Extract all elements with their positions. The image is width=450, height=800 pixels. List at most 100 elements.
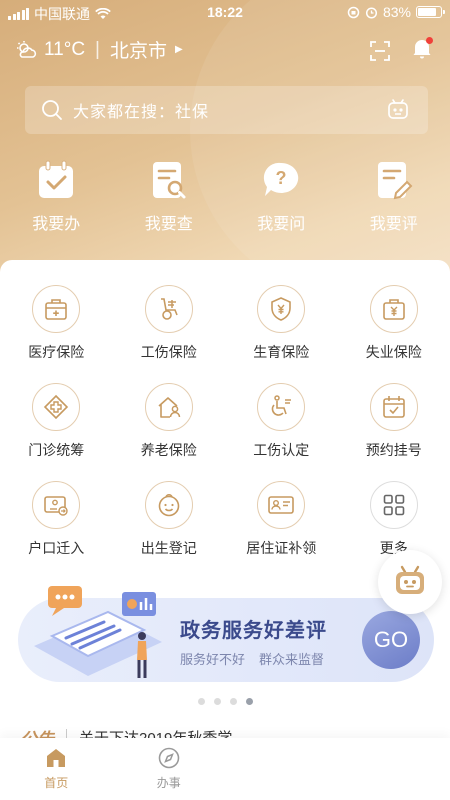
service-birth-registration[interactable]: 出生登记 bbox=[113, 481, 226, 563]
icon-circle bbox=[144, 481, 193, 529]
icon-circle bbox=[369, 285, 418, 333]
briefcase-yuan-icon bbox=[382, 299, 405, 320]
search-bar[interactable]: 大家都在搜：社保 bbox=[25, 86, 428, 134]
quick-action-label: 我要办 bbox=[32, 216, 81, 233]
go-button[interactable]: GO bbox=[362, 611, 420, 669]
robot-assistant-icon[interactable] bbox=[386, 98, 410, 122]
notification-dot bbox=[426, 37, 433, 44]
service-pension-insurance[interactable]: 养老保险 bbox=[113, 383, 226, 465]
quick-action-evaluate[interactable]: 我要评 bbox=[338, 160, 450, 234]
service-label: 门诊统筹 bbox=[28, 442, 85, 458]
service-label: 养老保险 bbox=[140, 442, 197, 458]
bell-button[interactable] bbox=[412, 37, 433, 64]
service-label: 工伤保险 bbox=[140, 344, 197, 360]
icon-circle bbox=[369, 481, 418, 529]
carousel-dot[interactable] bbox=[197, 698, 205, 705]
svg-text:?: ? bbox=[276, 168, 287, 188]
caret-right-icon: ▶ bbox=[175, 44, 183, 55]
service-label: 居住证补领 bbox=[246, 540, 317, 556]
service-label: 出生登记 bbox=[140, 540, 197, 556]
service-appointment[interactable]: 预约挂号 bbox=[338, 383, 450, 465]
tab-label: 办事 bbox=[156, 776, 181, 790]
medical-cross-icon bbox=[44, 394, 69, 420]
status-bar: 中国联通 18:22 83% bbox=[0, 0, 450, 26]
header-actions bbox=[370, 37, 433, 64]
carousel-dot[interactable] bbox=[213, 698, 221, 705]
service-household-transfer[interactable]: 户口迁入 bbox=[0, 481, 113, 563]
battery-icon bbox=[416, 6, 445, 18]
search-icon bbox=[42, 100, 62, 120]
wheelchair-icon bbox=[160, 298, 178, 320]
icon-circle bbox=[144, 383, 193, 431]
service-illustration bbox=[34, 586, 162, 678]
divider: | bbox=[95, 38, 100, 60]
carousel-dot[interactable] bbox=[229, 698, 237, 705]
wheelchair-doc-icon bbox=[271, 395, 292, 416]
banner-title: 政务服务好差评 bbox=[180, 620, 327, 642]
cloud-sun-icon bbox=[17, 40, 37, 58]
icon-circle bbox=[32, 481, 81, 529]
icon-circle bbox=[144, 285, 193, 333]
calendar-check-icon bbox=[382, 396, 405, 418]
grid-more-icon bbox=[383, 494, 405, 516]
question-bubble-icon: ? bbox=[264, 162, 299, 196]
icon-circle bbox=[257, 383, 306, 431]
service-outpatient-pooling[interactable]: 门诊统筹 bbox=[0, 383, 113, 465]
service-residence-permit[interactable]: 居住证补领 bbox=[225, 481, 338, 563]
tab-label: 首页 bbox=[44, 776, 69, 790]
rotation-lock-icon bbox=[347, 6, 360, 18]
icon-circle bbox=[257, 285, 306, 333]
service-grid: 医疗保险 工伤保险 生育保险 失业保险 门诊统筹 养老保险 工伤认定 预约挂号 … bbox=[0, 285, 450, 563]
service-label: 生育保险 bbox=[253, 344, 310, 360]
icon-circle bbox=[32, 285, 81, 333]
quick-action-query[interactable]: 我要查 bbox=[113, 160, 226, 234]
carousel-dot[interactable] bbox=[245, 698, 253, 705]
document-search-icon bbox=[152, 162, 186, 199]
service-label: 失业保险 bbox=[365, 344, 422, 360]
service-label: 医疗保险 bbox=[28, 344, 85, 360]
document-edit-icon bbox=[377, 162, 413, 200]
battery-percent: 83% bbox=[382, 4, 411, 20]
home-icon bbox=[47, 749, 66, 767]
robot-icon bbox=[396, 565, 424, 594]
compass-icon bbox=[158, 747, 180, 769]
shield-yuan-icon bbox=[271, 297, 292, 321]
floating-assistant-button[interactable] bbox=[378, 550, 442, 614]
weather-location[interactable]: 11°C | 北京市 ▶ bbox=[16, 36, 183, 63]
status-right: 83% bbox=[347, 4, 445, 20]
alarm-icon bbox=[365, 6, 378, 19]
quick-action-label: 我要评 bbox=[369, 216, 418, 233]
banner-subtitle-left: 服务好不好 bbox=[180, 652, 246, 667]
icon-circle bbox=[369, 383, 418, 431]
temperature: 11°C bbox=[44, 38, 86, 60]
service-maternity-insurance[interactable]: 生育保险 bbox=[225, 285, 338, 367]
tab-bar: 首页 办事 bbox=[0, 738, 450, 800]
evaluation-banner[interactable]: 政务服务好差评 服务好不好 群众来监督 GO bbox=[18, 586, 434, 682]
banner-subtitle-right: 群众来监督 bbox=[259, 652, 325, 667]
tab-services[interactable]: 办事 bbox=[113, 738, 226, 800]
icon-circle bbox=[257, 481, 306, 529]
service-injury-identification[interactable]: 工伤认定 bbox=[225, 383, 338, 465]
scan-icon[interactable] bbox=[370, 41, 390, 61]
service-label: 户口迁入 bbox=[28, 540, 85, 556]
carousel-indicator bbox=[0, 698, 450, 705]
calendar-check-icon bbox=[39, 160, 74, 198]
service-unemployment-insurance[interactable]: 失业保险 bbox=[338, 285, 450, 367]
service-injury-insurance[interactable]: 工伤保险 bbox=[113, 285, 226, 367]
service-label: 预约挂号 bbox=[365, 442, 422, 458]
city-name: 北京市 bbox=[109, 41, 167, 62]
service-more[interactable]: 更多 bbox=[338, 481, 450, 563]
banner-subtitle: 服务好不好 群众来监督 bbox=[180, 649, 338, 668]
quick-actions: 我要办 我要查 ? 我要问 我要评 bbox=[0, 160, 450, 234]
icon-circle bbox=[32, 383, 81, 431]
id-card-icon bbox=[268, 496, 295, 514]
house-person-icon bbox=[158, 397, 180, 418]
baby-face-icon bbox=[158, 494, 180, 517]
tab-home[interactable]: 首页 bbox=[0, 738, 113, 800]
medical-box-icon bbox=[45, 299, 68, 320]
quick-action-ask[interactable]: ? 我要问 bbox=[225, 160, 338, 234]
quick-action-handle[interactable]: 我要办 bbox=[0, 160, 113, 234]
search-placeholder: 大家都在搜：社保 bbox=[73, 104, 210, 121]
quick-action-label: 我要问 bbox=[257, 216, 306, 233]
service-medical-insurance[interactable]: 医疗保险 bbox=[0, 285, 113, 367]
